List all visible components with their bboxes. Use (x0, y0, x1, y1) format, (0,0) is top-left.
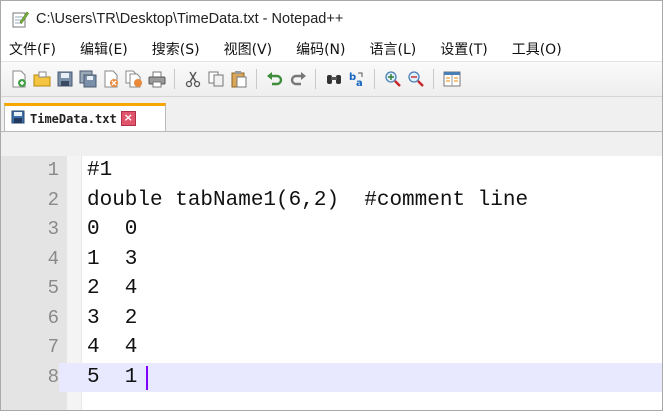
open-file-icon[interactable] (32, 69, 52, 89)
tab-label: TimeData.txt (30, 111, 117, 126)
cut-icon[interactable] (183, 69, 203, 89)
menu-language[interactable]: 语言(L) (368, 39, 419, 59)
line-text: 0 0 (87, 218, 138, 241)
paste-icon[interactable] (229, 69, 249, 89)
line-number: 3 (47, 218, 59, 240)
text-caret (146, 365, 148, 390)
find-icon[interactable] (324, 69, 344, 89)
line-text: #1 (87, 159, 113, 182)
line-text: double tabName1(6,2) #comment line (87, 188, 529, 212)
replace-icon[interactable]: ba (347, 69, 367, 89)
menu-search[interactable]: 搜索(S) (150, 39, 202, 59)
zoom-in-icon[interactable] (383, 69, 403, 89)
line-number: 1 (47, 159, 59, 181)
tab-close-icon[interactable]: × (120, 111, 136, 126)
line-text: 4 4 (87, 336, 138, 359)
line-text: 2 4 (87, 277, 138, 300)
toolbar-separator (315, 69, 316, 89)
editor-line[interactable]: 3 0 0 (1, 215, 662, 245)
editor-line[interactable]: 7 4 4 (1, 333, 662, 363)
line-number: 6 (47, 306, 59, 329)
window-title: C:\Users\TR\Desktop\TimeData.txt - Notep… (36, 11, 344, 27)
menu-file[interactable]: 文件(F) (7, 39, 58, 59)
notepadpp-logo-icon (11, 10, 29, 28)
tab-timedata[interactable]: TimeData.txt × (4, 103, 166, 131)
zoom-out-icon[interactable] (406, 69, 426, 89)
copy-icon[interactable] (206, 69, 226, 89)
close-icon[interactable] (101, 69, 121, 89)
menu-bar: 文件(F) 编辑(E) 搜索(S) 视图(V) 编码(N) 语言(L) 设置(T… (1, 37, 662, 62)
line-number: 5 (47, 277, 59, 299)
menu-encoding[interactable]: 编码(N) (294, 39, 347, 59)
title-bar[interactable]: C:\Users\TR\Desktop\TimeData.txt - Notep… (1, 1, 662, 37)
text-editor[interactable]: 1 #1 2 double tabName1(6,2) #comment lin… (1, 156, 662, 410)
line-text: 3 2 (87, 306, 138, 330)
svg-text:a: a (356, 78, 363, 88)
new-file-icon[interactable] (9, 69, 29, 89)
editor-line[interactable]: 1 #1 (1, 156, 662, 186)
toolbar-separator (256, 69, 257, 89)
line-number: 7 (47, 336, 59, 358)
editor-line[interactable]: 4 1 3 (1, 245, 662, 275)
saved-file-icon (11, 109, 25, 128)
toolbar-separator (374, 69, 375, 89)
line-number: 2 (47, 188, 59, 211)
print-icon[interactable] (147, 69, 167, 89)
save-all-icon[interactable] (78, 69, 98, 89)
menu-edit[interactable]: 编辑(E) (78, 39, 130, 59)
toolbar-separator (174, 69, 175, 89)
tab-bar: TimeData.txt × (1, 97, 662, 132)
editor-line[interactable]: 2 double tabName1(6,2) #comment line (1, 186, 662, 216)
editor-line[interactable]: 6 3 2 (1, 304, 662, 334)
menu-settings[interactable]: 设置(T) (438, 39, 489, 59)
line-number: 8 (1, 362, 59, 392)
line-text: 5 1 (87, 365, 138, 389)
toolbar-separator (433, 69, 434, 89)
undo-icon[interactable] (265, 69, 285, 89)
redo-icon[interactable] (288, 69, 308, 89)
editor-line-current[interactable]: 8 5 1 (1, 362, 662, 392)
menu-tools[interactable]: 工具(O) (510, 39, 564, 59)
close-all-icon[interactable] (124, 69, 144, 89)
notepadpp-window: C:\Users\TR\Desktop\TimeData.txt - Notep… (0, 0, 663, 411)
sync-view-icon[interactable] (442, 69, 462, 89)
line-number: 4 (47, 247, 59, 270)
toolbar: ba (1, 62, 662, 97)
menu-view[interactable]: 视图(V) (222, 39, 275, 59)
editor-line[interactable]: 5 2 4 (1, 274, 662, 304)
save-icon[interactable] (55, 69, 75, 89)
line-text: 1 3 (87, 247, 138, 271)
